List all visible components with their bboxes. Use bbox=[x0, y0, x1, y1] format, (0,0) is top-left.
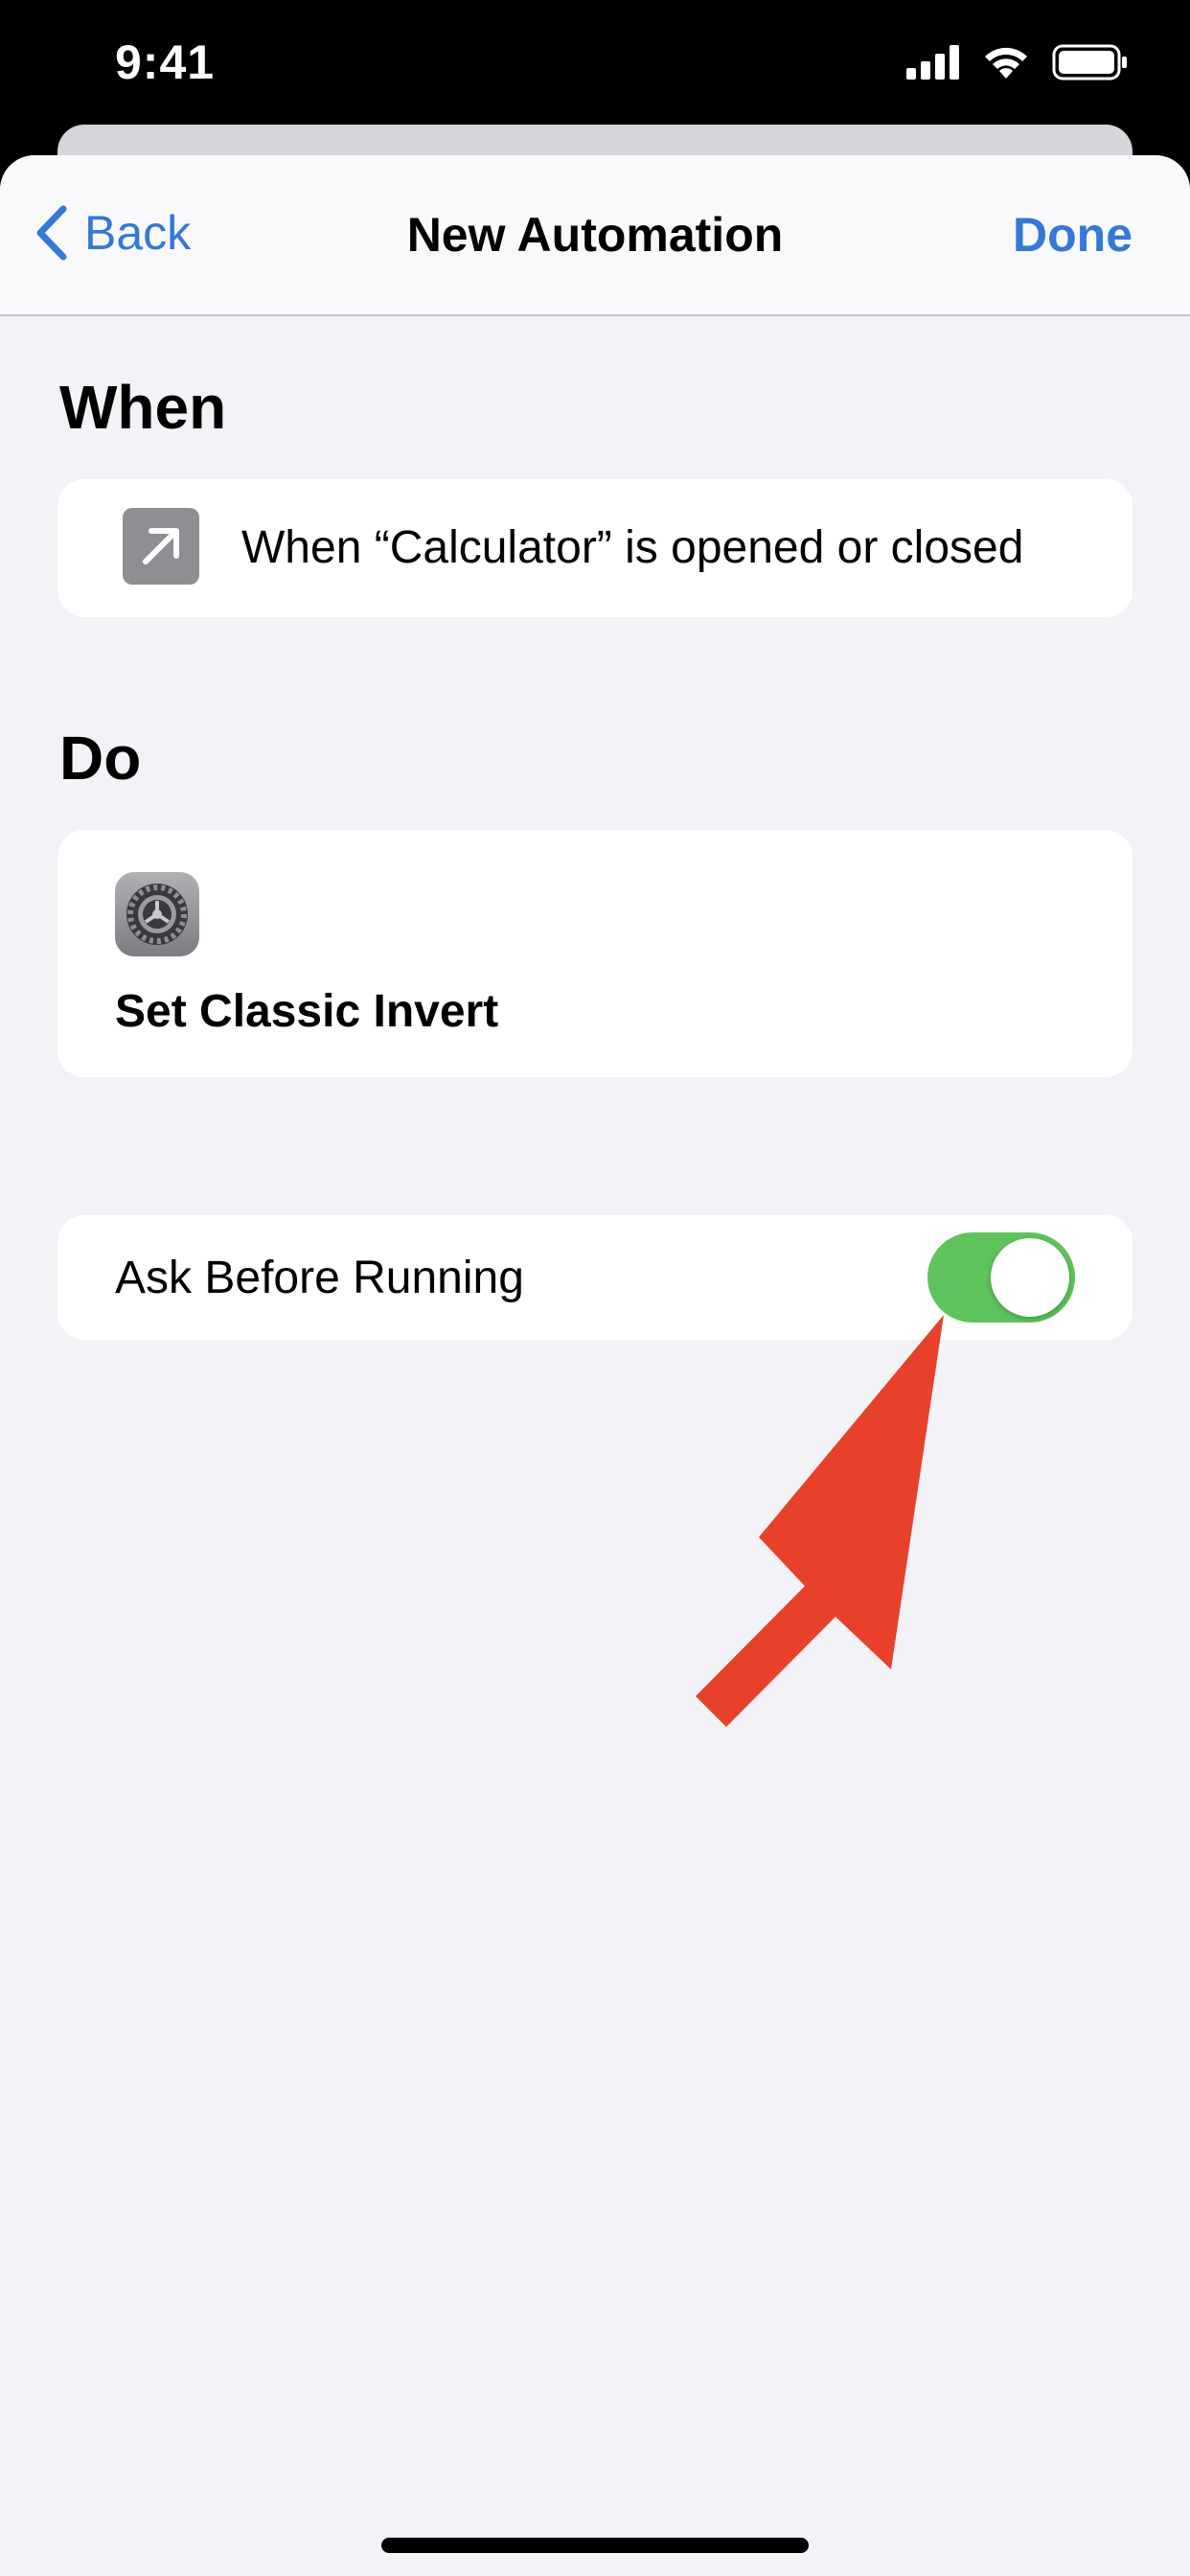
arrow-up-right-icon bbox=[123, 508, 199, 585]
action-row[interactable]: Set Classic Invert bbox=[57, 830, 1133, 1077]
screen: 9:41 Back New Automation Done When When … bbox=[0, 0, 1190, 2576]
signal-icon bbox=[906, 45, 959, 80]
status-icons bbox=[906, 44, 1129, 80]
do-heading: Do bbox=[59, 724, 142, 793]
when-heading: When bbox=[59, 373, 227, 442]
action-text: Set Classic Invert bbox=[115, 986, 499, 1037]
settings-gear-icon bbox=[115, 872, 199, 956]
ask-before-running-label: Ask Before Running bbox=[115, 1253, 524, 1303]
home-indicator[interactable] bbox=[381, 2538, 809, 2553]
status-time: 9:41 bbox=[115, 35, 216, 89]
page-title: New Automation bbox=[406, 208, 784, 262]
navigation-bar: Back New Automation Done bbox=[0, 155, 1190, 316]
battery-icon bbox=[1052, 44, 1127, 80]
automation-sheet: Back New Automation Done When When “Calc… bbox=[0, 155, 1190, 2576]
done-button[interactable]: Done bbox=[1013, 207, 1133, 263]
status-bar: 9:41 bbox=[0, 0, 1190, 134]
annotation-arrow-icon bbox=[696, 1315, 944, 1727]
toggle-knob bbox=[991, 1238, 1069, 1317]
trigger-row[interactable]: When “Calculator” is opened or closed bbox=[57, 479, 1133, 617]
wifi-icon bbox=[985, 47, 1027, 79]
trigger-text: When “Calculator” is opened or closed bbox=[241, 522, 1024, 573]
